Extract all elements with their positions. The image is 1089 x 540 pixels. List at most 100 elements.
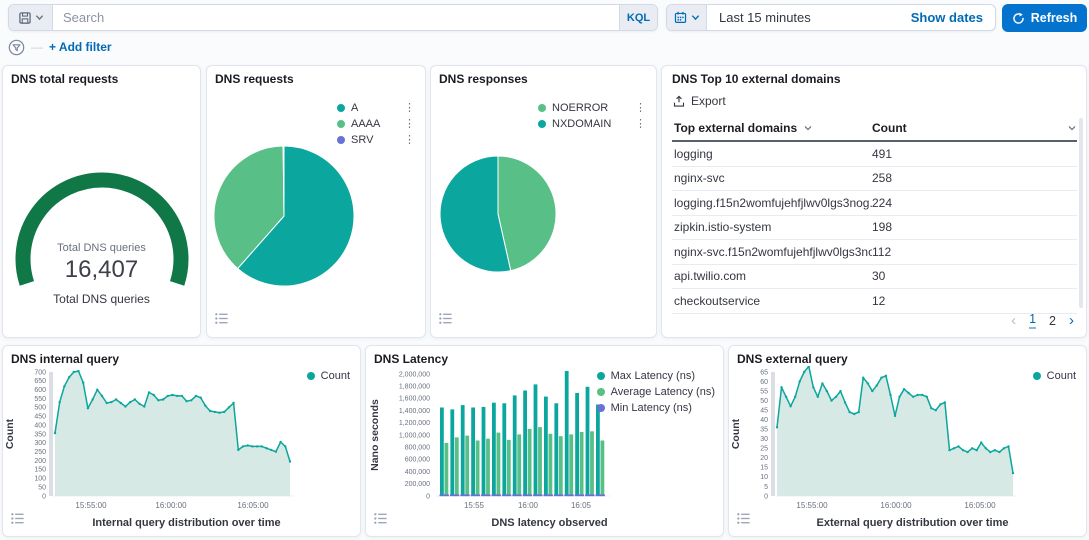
pagination-prev-icon[interactable]: ‹ [1011,312,1016,329]
legend-label: Count [1047,370,1076,382]
legend-label: AAAA [351,118,380,130]
panel-title: DNS total requests [11,72,118,86]
svg-text:1,000,000: 1,000,000 [399,432,430,439]
legend-item-nxdomain[interactable]: NXDOMAIN ⋮ [538,116,646,132]
save-icon [18,11,32,25]
x-axis-title: DNS latency observed [386,517,713,529]
chevron-down-icon [691,13,700,22]
cell-domain: zipkin.istio-system [672,220,872,234]
scrollbar[interactable] [1079,118,1083,308]
cell-domain: api.twilio.com [672,269,872,283]
area-chart-internal-query[interactable]: 0501001502002503003504004505005506006507… [3,366,360,516]
legend-item-max-latency-ns-[interactable]: Max Latency (ns) [597,368,715,384]
legend: Max Latency (ns) Average Latency (ns) Min … [597,368,715,416]
kql-language-button[interactable]: KQL [619,5,657,30]
panel-top-external-domains: DNS Top 10 external domains Export Top e… [661,65,1087,338]
pagination-page-2[interactable]: 2 [1049,314,1056,328]
search-input[interactable] [53,5,619,30]
refresh-icon [1012,12,1025,25]
refresh-button[interactable]: Refresh [1002,4,1087,32]
svg-text:400: 400 [34,422,46,429]
svg-text:25: 25 [760,446,768,453]
legend-toggle-icon[interactable] [214,311,229,331]
legend-label: Average Latency (ns) [611,386,715,398]
panel-title: DNS Latency [374,352,448,366]
svg-text:650: 650 [34,378,46,385]
legend: Count [1033,368,1076,384]
table-row: logging491 [672,142,1077,167]
legend-toggle-icon[interactable] [373,511,388,531]
svg-text:550: 550 [34,396,46,403]
panel-title: DNS external query [737,352,848,366]
legend-toggle-icon[interactable] [438,311,453,331]
legend-item-noerror[interactable]: NOERROR⋮ [538,100,646,116]
export-link[interactable]: Export [673,94,726,108]
panel-title: DNS Top 10 external domains [672,72,841,86]
legend-menu-icon[interactable]: ⋮ [394,135,415,145]
svg-text:65: 65 [760,369,768,376]
legend-item-count[interactable]: Count [307,368,350,384]
add-filter-link[interactable]: + Add filter [49,40,112,54]
legend-item-average-latency-ns-[interactable]: Average Latency (ns) [597,384,715,400]
cell-count: 112 [872,245,1077,259]
column-header-count[interactable]: Count [872,121,1077,135]
time-range-value[interactable]: Last 15 minutes [707,5,911,30]
svg-text:Nano seconds: Nano seconds [369,399,381,471]
gauge-value: 16,407 [3,256,200,284]
legend-dot-icon [337,136,345,144]
pagination-page-1[interactable]: 1 [1029,312,1036,329]
saved-query-menu-button[interactable] [9,5,53,30]
svg-text:0: 0 [764,493,768,500]
export-icon [673,95,685,108]
legend-menu-icon[interactable]: ⋮ [394,103,415,113]
cell-count: 198 [872,220,1077,234]
svg-text:16:00: 16:00 [518,501,539,510]
svg-text:1,600,000: 1,600,000 [399,396,430,403]
table-row: logging.f15n2womfujehfjlwv0lgs3nog....22… [672,191,1077,216]
table-row: api.twilio.com30 [672,265,1077,290]
svg-text:700: 700 [34,369,46,376]
table-header: Top external domains Count [672,116,1077,142]
legend-menu-icon[interactable]: ⋮ [394,119,415,129]
svg-text:250: 250 [34,449,46,456]
svg-text:15:55: 15:55 [464,501,485,510]
legend-dot-icon [538,104,546,112]
legend-dot-icon [337,104,345,112]
legend-label: NXDOMAIN [552,118,611,130]
legend-dot-icon [307,372,315,380]
legend-toggle-icon[interactable] [736,511,751,531]
legend-dot-icon [597,372,605,380]
cell-domain: logging.f15n2womfujehfjlwv0lgs3nog.... [672,196,872,210]
cell-domain: nginx-svc.f15n2womfujehfjlwv0lgs3no... [672,245,872,259]
legend-label: SRV [351,134,373,146]
area-chart-external-query[interactable]: 0510152025303540455055606515:55:0016:00:… [729,366,1086,516]
svg-text:200,000: 200,000 [405,481,430,488]
legend-item-count[interactable]: Count [1033,368,1076,384]
pagination: ‹ 12 › [1011,312,1074,329]
legend-item-aaaa[interactable]: AAAA ⋮ [337,116,415,132]
svg-text:600: 600 [34,387,46,394]
svg-text:20: 20 [760,455,768,462]
svg-text:16:05:00: 16:05:00 [237,501,269,510]
filter-circle-icon[interactable] [8,39,25,56]
legend-menu-icon[interactable]: ⋮ [625,103,646,113]
show-dates-link[interactable]: Show dates [911,5,995,30]
domains-table: Top external domains Count logging491 ngi… [672,116,1077,314]
calendar-menu-button[interactable] [667,5,707,30]
svg-text:60: 60 [760,379,768,386]
legend-item-min-latency-ns-[interactable]: Min Latency (ns) [597,400,715,416]
calendar-icon [674,11,687,24]
svg-text:400,000: 400,000 [405,469,430,476]
pagination-next-icon[interactable]: › [1069,312,1074,329]
svg-text:2,000,000: 2,000,000 [399,371,430,378]
cell-count: 258 [872,171,1077,185]
legend-dot-icon [538,120,546,128]
svg-text:800,000: 800,000 [405,445,430,452]
legend-menu-icon[interactable]: ⋮ [625,119,646,129]
legend-toggle-icon[interactable] [10,511,25,531]
svg-text:15:55:00: 15:55:00 [75,501,107,510]
legend-item-a[interactable]: A⋮ [337,100,415,116]
svg-text:5: 5 [764,484,768,491]
column-header-domains[interactable]: Top external domains [672,121,872,135]
legend-item-srv[interactable]: SRV ⋮ [337,132,415,148]
